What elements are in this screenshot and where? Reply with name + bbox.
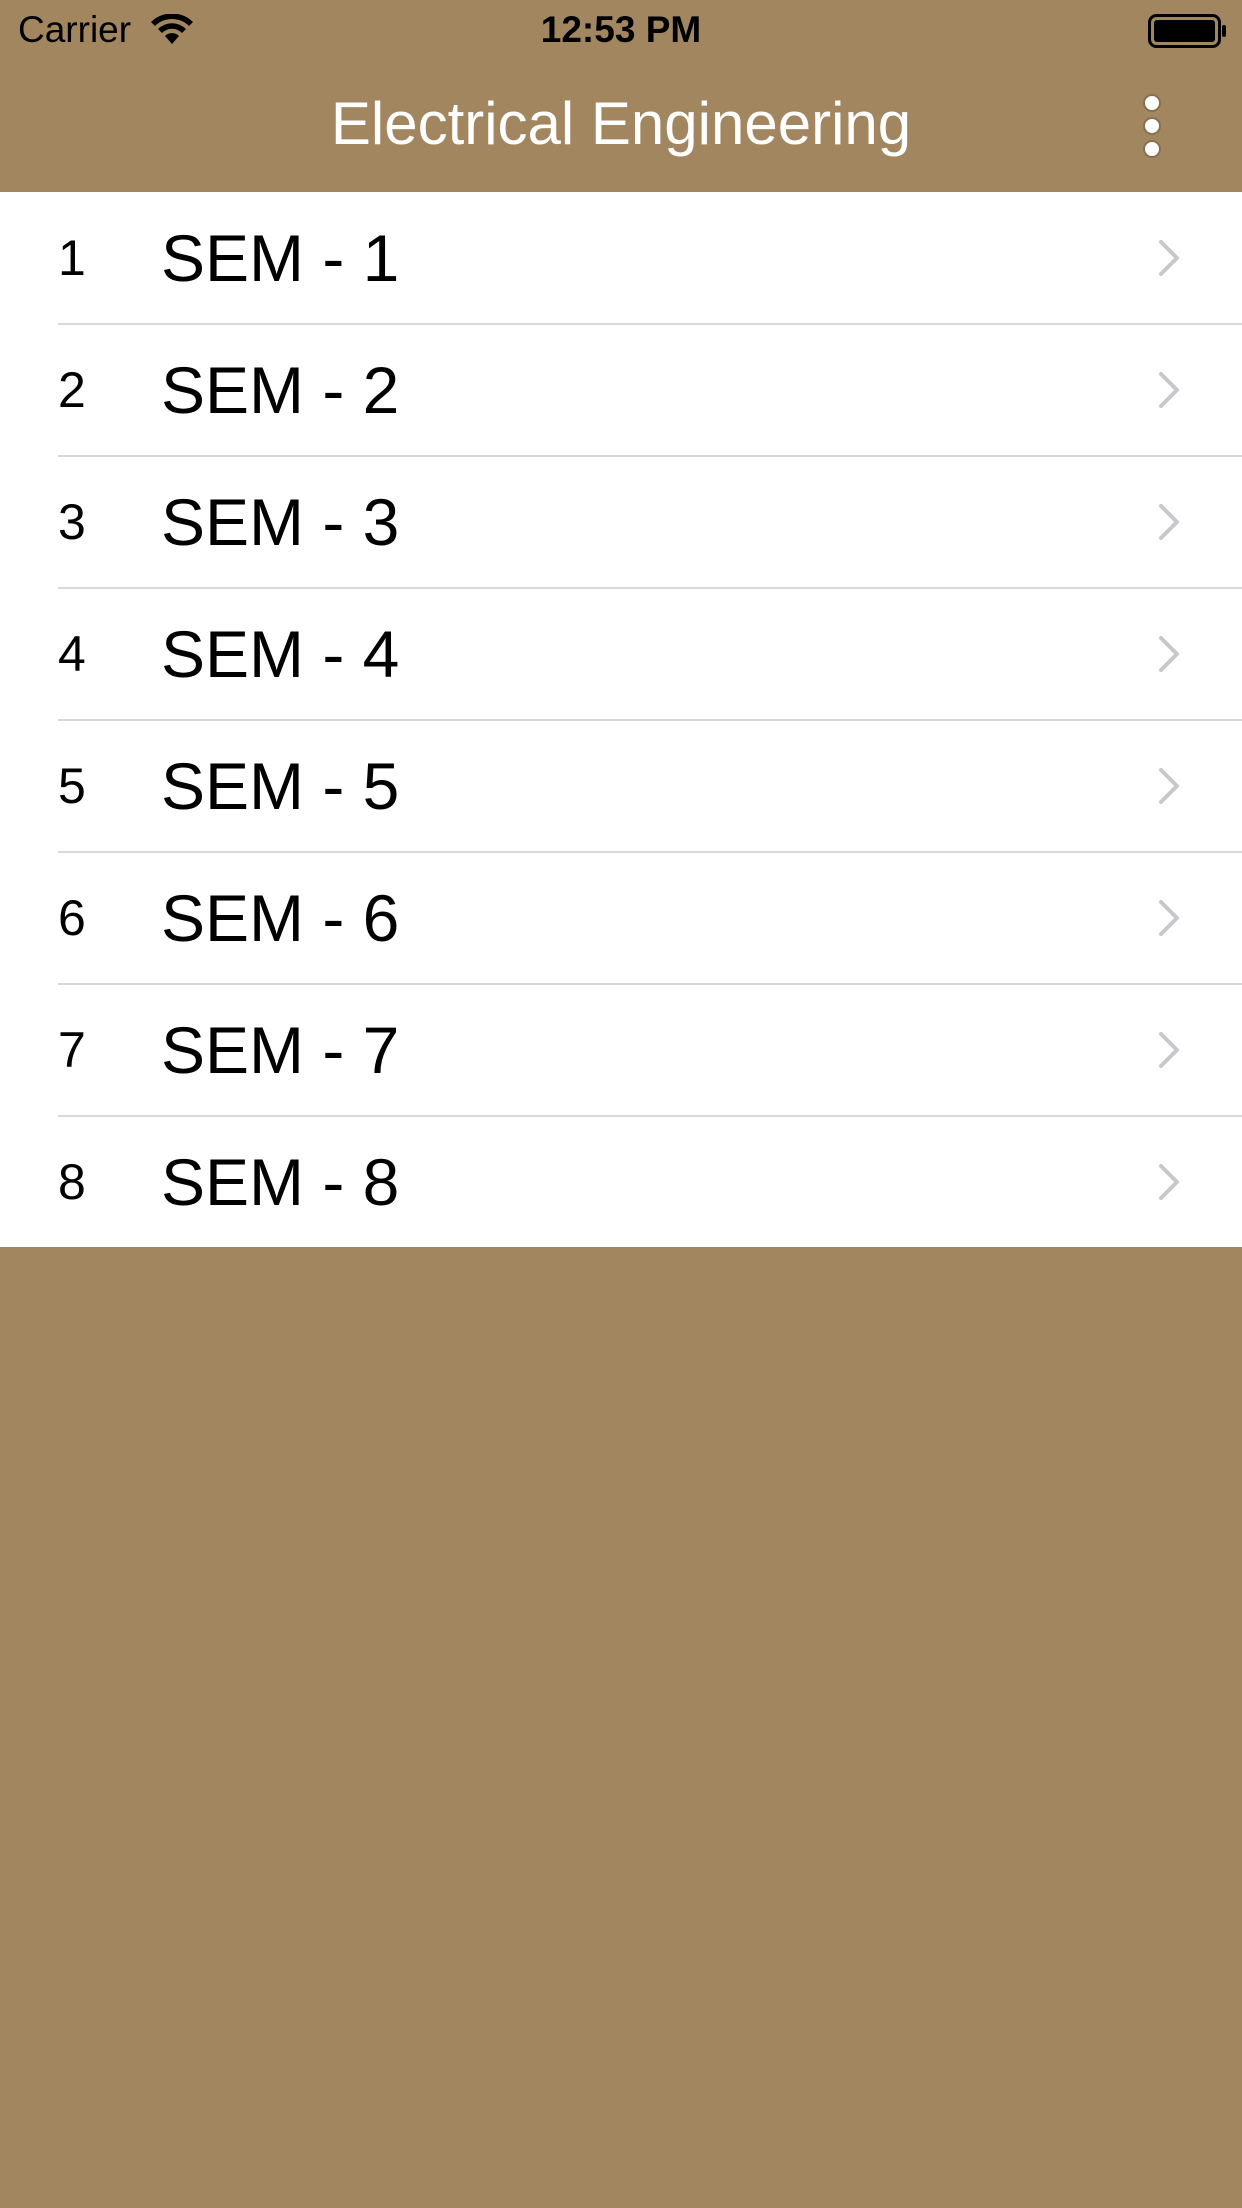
semester-list: 1 SEM - 1 2 SEM - 2 3 SEM - 3 4 SEM - 4 … (0, 192, 1242, 1247)
list-item-sem-2[interactable]: 2 SEM - 2 (0, 324, 1242, 456)
chevron-right-icon (1159, 372, 1179, 408)
row-number: 8 (58, 1154, 86, 1210)
row-number: 6 (58, 890, 86, 946)
chevron-right-icon (1159, 240, 1179, 276)
row-number: 1 (58, 230, 86, 286)
list-item-sem-6[interactable]: 6 SEM - 6 (0, 852, 1242, 984)
row-number: 3 (58, 494, 86, 550)
row-label: SEM - 3 (161, 485, 400, 559)
list-item-sem-8[interactable]: 8 SEM - 8 (0, 1116, 1242, 1248)
chevron-right-icon (1159, 1032, 1179, 1068)
more-vertical-icon (1143, 94, 1161, 158)
row-number: 2 (58, 362, 86, 418)
list-item-sem-4[interactable]: 4 SEM - 4 (0, 588, 1242, 720)
page-title: Electrical Engineering (330, 90, 912, 157)
row-label: SEM - 8 (161, 1145, 400, 1219)
navigation-bar: Electrical Engineering (0, 60, 1242, 192)
row-label: SEM - 7 (161, 1013, 400, 1087)
battery-icon (1148, 14, 1226, 48)
list-item-sem-5[interactable]: 5 SEM - 5 (0, 720, 1242, 852)
list-item-sem-7[interactable]: 7 SEM - 7 (0, 984, 1242, 1116)
chevron-right-icon (1159, 504, 1179, 540)
more-options-button[interactable] (1130, 90, 1174, 162)
row-number: 4 (58, 626, 86, 682)
row-label: SEM - 1 (161, 221, 400, 295)
status-time: 12:53 PM (540, 9, 702, 50)
chevron-right-icon (1159, 768, 1179, 804)
status-bar: Carrier 12:53 PM (0, 0, 1242, 60)
chevron-right-icon (1159, 636, 1179, 672)
list-item-sem-3[interactable]: 3 SEM - 3 (0, 456, 1242, 588)
chevron-right-icon (1159, 1164, 1179, 1200)
chevron-right-icon (1159, 900, 1179, 936)
row-number: 7 (58, 1022, 86, 1078)
row-label: SEM - 6 (161, 881, 400, 955)
row-label: SEM - 5 (161, 749, 400, 823)
row-number: 5 (58, 758, 86, 814)
row-label: SEM - 4 (161, 617, 400, 691)
row-label: SEM - 2 (161, 353, 400, 427)
list-item-sem-1[interactable]: 1 SEM - 1 (0, 192, 1242, 324)
